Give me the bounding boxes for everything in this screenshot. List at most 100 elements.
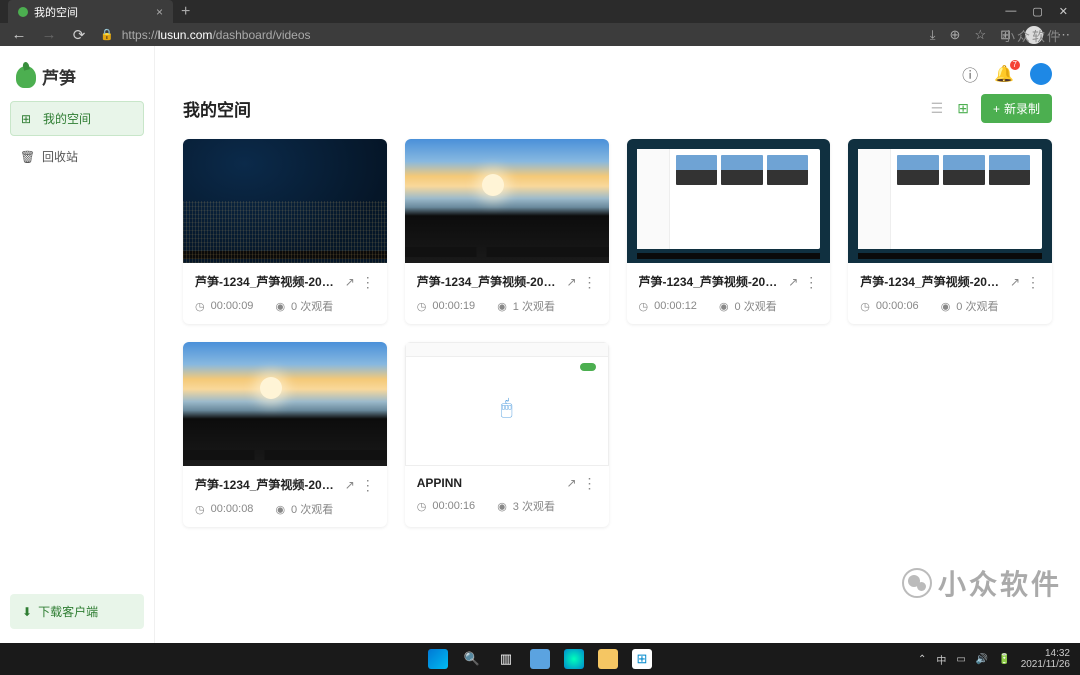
new-recording-button[interactable]: + 新录制 <box>981 94 1052 123</box>
minimize-button[interactable]: — <box>1005 5 1016 18</box>
video-duration: 00:00:19 <box>432 300 475 312</box>
list-view-toggle[interactable]: ☰ <box>929 98 946 119</box>
video-card[interactable]: 芦笋-1234_芦笋视频-20211126 ↗ ⋮ ◷ 00:00:12 ◉ 0… <box>627 139 831 324</box>
sidebar-item-myspace[interactable]: ⊞ 我的空间 <box>10 101 144 136</box>
sidebar-item-trash[interactable]: 🗑回收站 <box>10 140 144 173</box>
sidebar-item-label: 我的空间 <box>43 110 91 127</box>
clock-icon: ◷ <box>195 300 205 313</box>
video-thumbnail[interactable]: 🖱 <box>405 342 609 466</box>
ime-indicator[interactable]: 中 <box>936 652 946 667</box>
video-thumbnail[interactable] <box>183 342 387 466</box>
notifications-button[interactable]: 🔔 7 <box>994 64 1014 84</box>
download-client-button[interactable]: ⬇ 下载客户端 <box>10 594 144 629</box>
tray-chevron-icon[interactable]: ⌃ <box>918 654 926 665</box>
video-views: 3 次观看 <box>513 498 555 514</box>
share-icon[interactable]: ↗ <box>566 476 576 490</box>
start-button[interactable] <box>428 649 448 669</box>
extension-icon[interactable]: ⊕ <box>950 27 961 43</box>
video-info: 芦笋-1234_芦笋视频-20211126 ↗ ⋮ ◷ 00:00:12 ◉ 0… <box>627 263 831 324</box>
video-title: 芦笋-1234_芦笋视频-20211126 <box>860 273 1004 290</box>
explorer-icon[interactable] <box>598 649 618 669</box>
widgets-icon[interactable] <box>530 649 550 669</box>
search-icon[interactable]: 🔍 <box>462 649 482 669</box>
download-icon: ⬇ <box>22 605 32 619</box>
download-label: 下载客户端 <box>38 603 98 620</box>
window-controls: — ▢ ✕ <box>1005 5 1080 18</box>
volume-icon[interactable]: 🔊 <box>976 654 988 665</box>
video-info: APPINN ↗ ⋮ ◷ 00:00:16 ◉ 3 次观看 <box>405 466 609 524</box>
address-bar: ← → ⟳ 🔒 https://lusun.com/dashboard/vide… <box>0 23 1080 46</box>
taskview-icon[interactable]: ▥ <box>496 649 516 669</box>
help-icon[interactable]: ⓘ <box>962 62 978 86</box>
video-info: 芦笋-1234_芦笋视频-20211126 ↗ ⋮ ◷ 00:00:06 ◉ 0… <box>848 263 1052 324</box>
main-content: ⓘ 🔔 7 我的空间 ☰ ⊞ + 新录制 芦笋-1234_芦笋视频-202111… <box>155 46 1080 643</box>
video-thumbnail[interactable] <box>627 139 831 263</box>
page-header: 我的空间 ☰ ⊞ + 新录制 <box>183 94 1052 123</box>
eye-icon: ◉ <box>497 300 507 313</box>
plus-icon: + <box>993 102 1000 116</box>
more-icon[interactable]: ⋮ <box>361 478 375 492</box>
url-field[interactable]: 🔒 https://lusun.com/dashboard/videos <box>100 28 918 42</box>
download-icon[interactable]: ⤓ <box>930 27 936 43</box>
video-title: 芦笋-1234_芦笋视频-20211126 <box>417 273 561 290</box>
video-views: 1 次观看 <box>513 298 555 314</box>
video-thumbnail[interactable] <box>848 139 1052 263</box>
close-tab-icon[interactable]: × <box>156 5 163 19</box>
maximize-button[interactable]: ▢ <box>1032 5 1042 18</box>
edge-icon[interactable] <box>564 649 584 669</box>
video-card[interactable]: 🖱 APPINN ↗ ⋮ ◷ 00:00:16 ◉ 3 次观看 <box>405 342 609 527</box>
share-icon[interactable]: ↗ <box>345 478 355 492</box>
user-avatar[interactable] <box>1030 63 1052 85</box>
video-duration: 00:00:16 <box>432 500 475 512</box>
logo[interactable]: 芦笋 <box>10 60 144 101</box>
video-duration: 00:00:12 <box>654 300 697 312</box>
browser-tab[interactable]: 我的空间 × <box>8 0 173 23</box>
taskbar: 🔍 ▥ ⊞ ⌃ 中 ▭ 🔊 🔋 14:32 2021/11/26 <box>0 643 1080 675</box>
video-card[interactable]: 芦笋-1234_芦笋视频-20211126 ↗ ⋮ ◷ 00:00:09 ◉ 0… <box>183 139 387 324</box>
video-card[interactable]: 芦笋-1234_芦笋视频-20211126 ↗ ⋮ ◷ 00:00:19 ◉ 1… <box>405 139 609 324</box>
share-icon[interactable]: ↗ <box>1010 275 1020 289</box>
favorites-icon[interactable]: ☆ <box>974 27 986 43</box>
share-icon[interactable]: ↗ <box>788 275 798 289</box>
video-views: 0 次观看 <box>735 298 777 314</box>
more-icon[interactable]: ⋮ <box>804 275 818 289</box>
page: 芦笋 ⊞ 我的空间 🗑回收站 ⬇ 下载客户端 ⓘ 🔔 7 我的空间 ☰ ⊞ + 新录… <box>0 46 1080 643</box>
taskbar-center-icons: 🔍 ▥ ⊞ <box>428 649 652 669</box>
share-icon[interactable]: ↗ <box>345 275 355 289</box>
more-icon[interactable]: ⋮ <box>583 476 597 490</box>
store-icon[interactable]: ⊞ <box>632 649 652 669</box>
new-tab-button[interactable]: + <box>173 3 198 21</box>
video-card[interactable]: 芦笋-1234_芦笋视频-20211126 ↗ ⋮ ◷ 00:00:08 ◉ 0… <box>183 342 387 527</box>
topbar: ⓘ 🔔 7 <box>183 62 1052 94</box>
battery-icon[interactable]: 🔋 <box>998 654 1010 665</box>
forward-button[interactable]: → <box>40 26 58 43</box>
video-thumbnail[interactable] <box>405 139 609 263</box>
clock-icon: ◷ <box>417 300 427 313</box>
video-info: 芦笋-1234_芦笋视频-20211126 ↗ ⋮ ◷ 00:00:08 ◉ 0… <box>183 466 387 527</box>
share-icon[interactable]: ↗ <box>566 275 576 289</box>
eye-icon: ◉ <box>497 500 507 513</box>
new-recording-label: 新录制 <box>1004 100 1040 117</box>
eye-icon: ◉ <box>719 300 729 313</box>
watermark-large: 小众软件 <box>902 563 1062 603</box>
video-duration: 00:00:08 <box>211 503 254 515</box>
back-button[interactable]: ← <box>10 26 28 43</box>
reload-button[interactable]: ⟳ <box>70 26 88 44</box>
video-duration: 00:00:06 <box>876 300 919 312</box>
video-card[interactable]: 芦笋-1234_芦笋视频-20211126 ↗ ⋮ ◷ 00:00:06 ◉ 0… <box>848 139 1052 324</box>
watermark-top: 小众软件 <box>1002 26 1062 45</box>
close-window-button[interactable]: ✕ <box>1059 5 1068 18</box>
video-thumbnail[interactable] <box>183 139 387 263</box>
grid-icon: ⊞ <box>21 112 35 126</box>
tab-strip: 我的空间 × + — ▢ ✕ <box>0 0 1080 23</box>
browser-chrome: 我的空间 × + — ▢ ✕ ← → ⟳ 🔒 https://lusun.com… <box>0 0 1080 46</box>
video-title: 芦笋-1234_芦笋视频-20211126 <box>195 476 339 493</box>
clock[interactable]: 14:32 2021/11/26 <box>1021 648 1070 670</box>
more-icon[interactable]: ⋮ <box>1026 275 1040 289</box>
grid-view-toggle[interactable]: ⊞ <box>955 98 971 119</box>
trash-icon: 🗑 <box>20 150 34 164</box>
sidebar: 芦笋 ⊞ 我的空间 🗑回收站 ⬇ 下载客户端 <box>0 46 155 643</box>
more-icon[interactable]: ⋮ <box>583 275 597 289</box>
cast-icon[interactable]: ▭ <box>956 654 965 665</box>
more-icon[interactable]: ⋮ <box>361 275 375 289</box>
